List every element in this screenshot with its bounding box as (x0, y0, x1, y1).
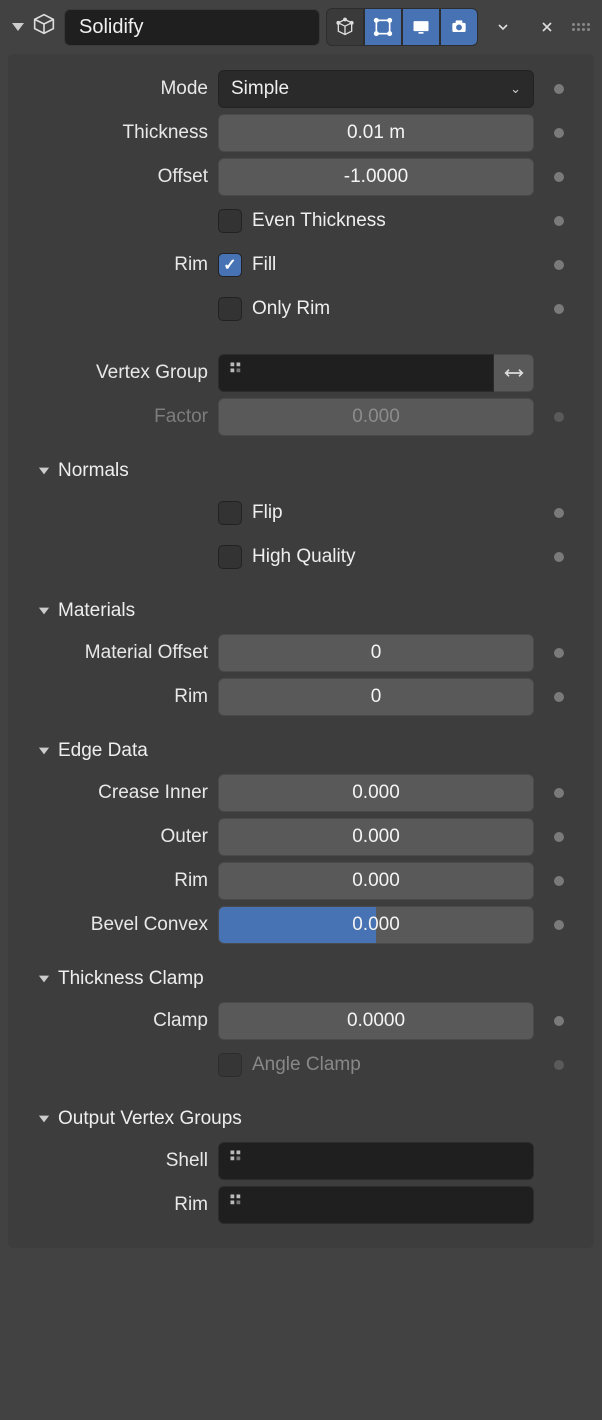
mode-value: Simple (231, 78, 289, 100)
pin-dot[interactable] (554, 648, 564, 658)
pin-dot[interactable] (554, 692, 564, 702)
normals-header[interactable]: Normals (38, 450, 564, 488)
vertex-group-icon (229, 361, 247, 385)
pin-dot[interactable] (554, 172, 564, 182)
materials-header[interactable]: Materials (38, 590, 564, 628)
pin-dot[interactable] (554, 216, 564, 226)
expand-toggle-icon[interactable] (12, 23, 24, 31)
fill-checkbox[interactable] (218, 253, 242, 277)
show-in-render-toggle[interactable] (440, 8, 478, 46)
mode-dropdown[interactable]: Simple ⌄ (218, 70, 534, 108)
even-thickness-checkbox[interactable] (218, 209, 242, 233)
bevel-convex-input[interactable]: 0.000 (218, 906, 534, 944)
clamp-input[interactable]: 0.0000 (218, 1002, 534, 1040)
offset-label: Offset (38, 166, 208, 188)
pin-dot[interactable] (554, 876, 564, 886)
invert-vertex-group-button[interactable] (494, 354, 534, 392)
angle-clamp-label: Angle Clamp (252, 1054, 361, 1076)
bevel-convex-label: Bevel Convex (38, 914, 208, 936)
pin-dot[interactable] (554, 1060, 564, 1070)
modifier-name-input[interactable]: Solidify (64, 9, 320, 46)
only-rim-label: Only Rim (252, 298, 330, 320)
shell-label: Shell (38, 1150, 208, 1172)
modifier-body: Mode Simple ⌄ Thickness 0.01 m Offset -1… (8, 54, 594, 1248)
crease-inner-label: Crease Inner (38, 782, 208, 804)
display-toggles (326, 8, 478, 46)
pin-dot[interactable] (554, 552, 564, 562)
material-rim-label: Rim (38, 686, 208, 708)
modifier-header: Solidify (4, 4, 598, 50)
vertex-group-label: Vertex Group (38, 362, 208, 384)
pin-dot[interactable] (554, 304, 564, 314)
output-vg-header[interactable]: Output Vertex Groups (38, 1098, 564, 1136)
crease-inner-input[interactable]: 0.000 (218, 774, 534, 812)
thickness-clamp-title: Thickness Clamp (58, 968, 204, 990)
pin-dot[interactable] (554, 832, 564, 842)
show-in-viewport-toggle[interactable] (402, 8, 440, 46)
angle-clamp-checkbox[interactable] (218, 1053, 242, 1077)
vertex-group-input[interactable] (218, 354, 494, 392)
mode-label: Mode (38, 78, 208, 100)
shell-vertex-group-input[interactable] (218, 1142, 534, 1180)
normals-title: Normals (58, 460, 129, 482)
high-quality-checkbox[interactable] (218, 545, 242, 569)
drag-handle[interactable] (572, 23, 590, 31)
edge-data-title: Edge Data (58, 740, 148, 762)
offset-input[interactable]: -1.0000 (218, 158, 534, 196)
factor-input[interactable]: 0.000 (218, 398, 534, 436)
even-thickness-label: Even Thickness (252, 210, 386, 232)
show-on-cage-toggle[interactable] (326, 8, 364, 46)
pin-dot[interactable] (554, 788, 564, 798)
show-in-editmode-toggle[interactable] (364, 8, 402, 46)
expand-icon (39, 468, 49, 475)
modifier-panel: Solidify Mode (0, 0, 602, 1256)
material-offset-label: Material Offset (38, 642, 208, 664)
thickness-input[interactable]: 0.01 m (218, 114, 534, 152)
thickness-label: Thickness (38, 122, 208, 144)
fill-label: Fill (252, 254, 276, 276)
solidify-icon (30, 10, 58, 44)
rim-vertex-group-input[interactable] (218, 1186, 534, 1224)
pin-dot[interactable] (554, 412, 564, 422)
crease-outer-label: Outer (38, 826, 208, 848)
rim-label: Rim (38, 254, 208, 276)
clamp-label: Clamp (38, 1010, 208, 1032)
expand-icon (39, 1116, 49, 1123)
crease-outer-input[interactable]: 0.000 (218, 818, 534, 856)
pin-dot[interactable] (554, 508, 564, 518)
pin-dot[interactable] (554, 128, 564, 138)
output-vg-title: Output Vertex Groups (58, 1108, 242, 1130)
material-rim-input[interactable]: 0 (218, 678, 534, 716)
crease-rim-input[interactable]: 0.000 (218, 862, 534, 900)
chevron-down-icon: ⌄ (510, 81, 521, 97)
crease-rim-label: Rim (38, 870, 208, 892)
expand-icon (39, 748, 49, 755)
delete-modifier-button[interactable] (528, 8, 566, 46)
flip-label: Flip (252, 502, 283, 524)
vertex-group-icon (229, 1193, 247, 1217)
pin-dot[interactable] (554, 920, 564, 930)
high-quality-label: High Quality (252, 546, 356, 568)
expand-icon (39, 976, 49, 983)
expand-icon (39, 608, 49, 615)
material-offset-input[interactable]: 0 (218, 634, 534, 672)
extras-dropdown[interactable] (484, 8, 522, 46)
pin-dot[interactable] (554, 260, 564, 270)
materials-title: Materials (58, 600, 135, 622)
edge-data-header[interactable]: Edge Data (38, 730, 564, 768)
rim-vg-label: Rim (38, 1194, 208, 1216)
factor-label: Factor (38, 406, 208, 428)
pin-dot[interactable] (554, 84, 564, 94)
only-rim-checkbox[interactable] (218, 297, 242, 321)
flip-checkbox[interactable] (218, 501, 242, 525)
vertex-group-icon (229, 1149, 247, 1173)
pin-dot[interactable] (554, 1016, 564, 1026)
thickness-clamp-header[interactable]: Thickness Clamp (38, 958, 564, 996)
